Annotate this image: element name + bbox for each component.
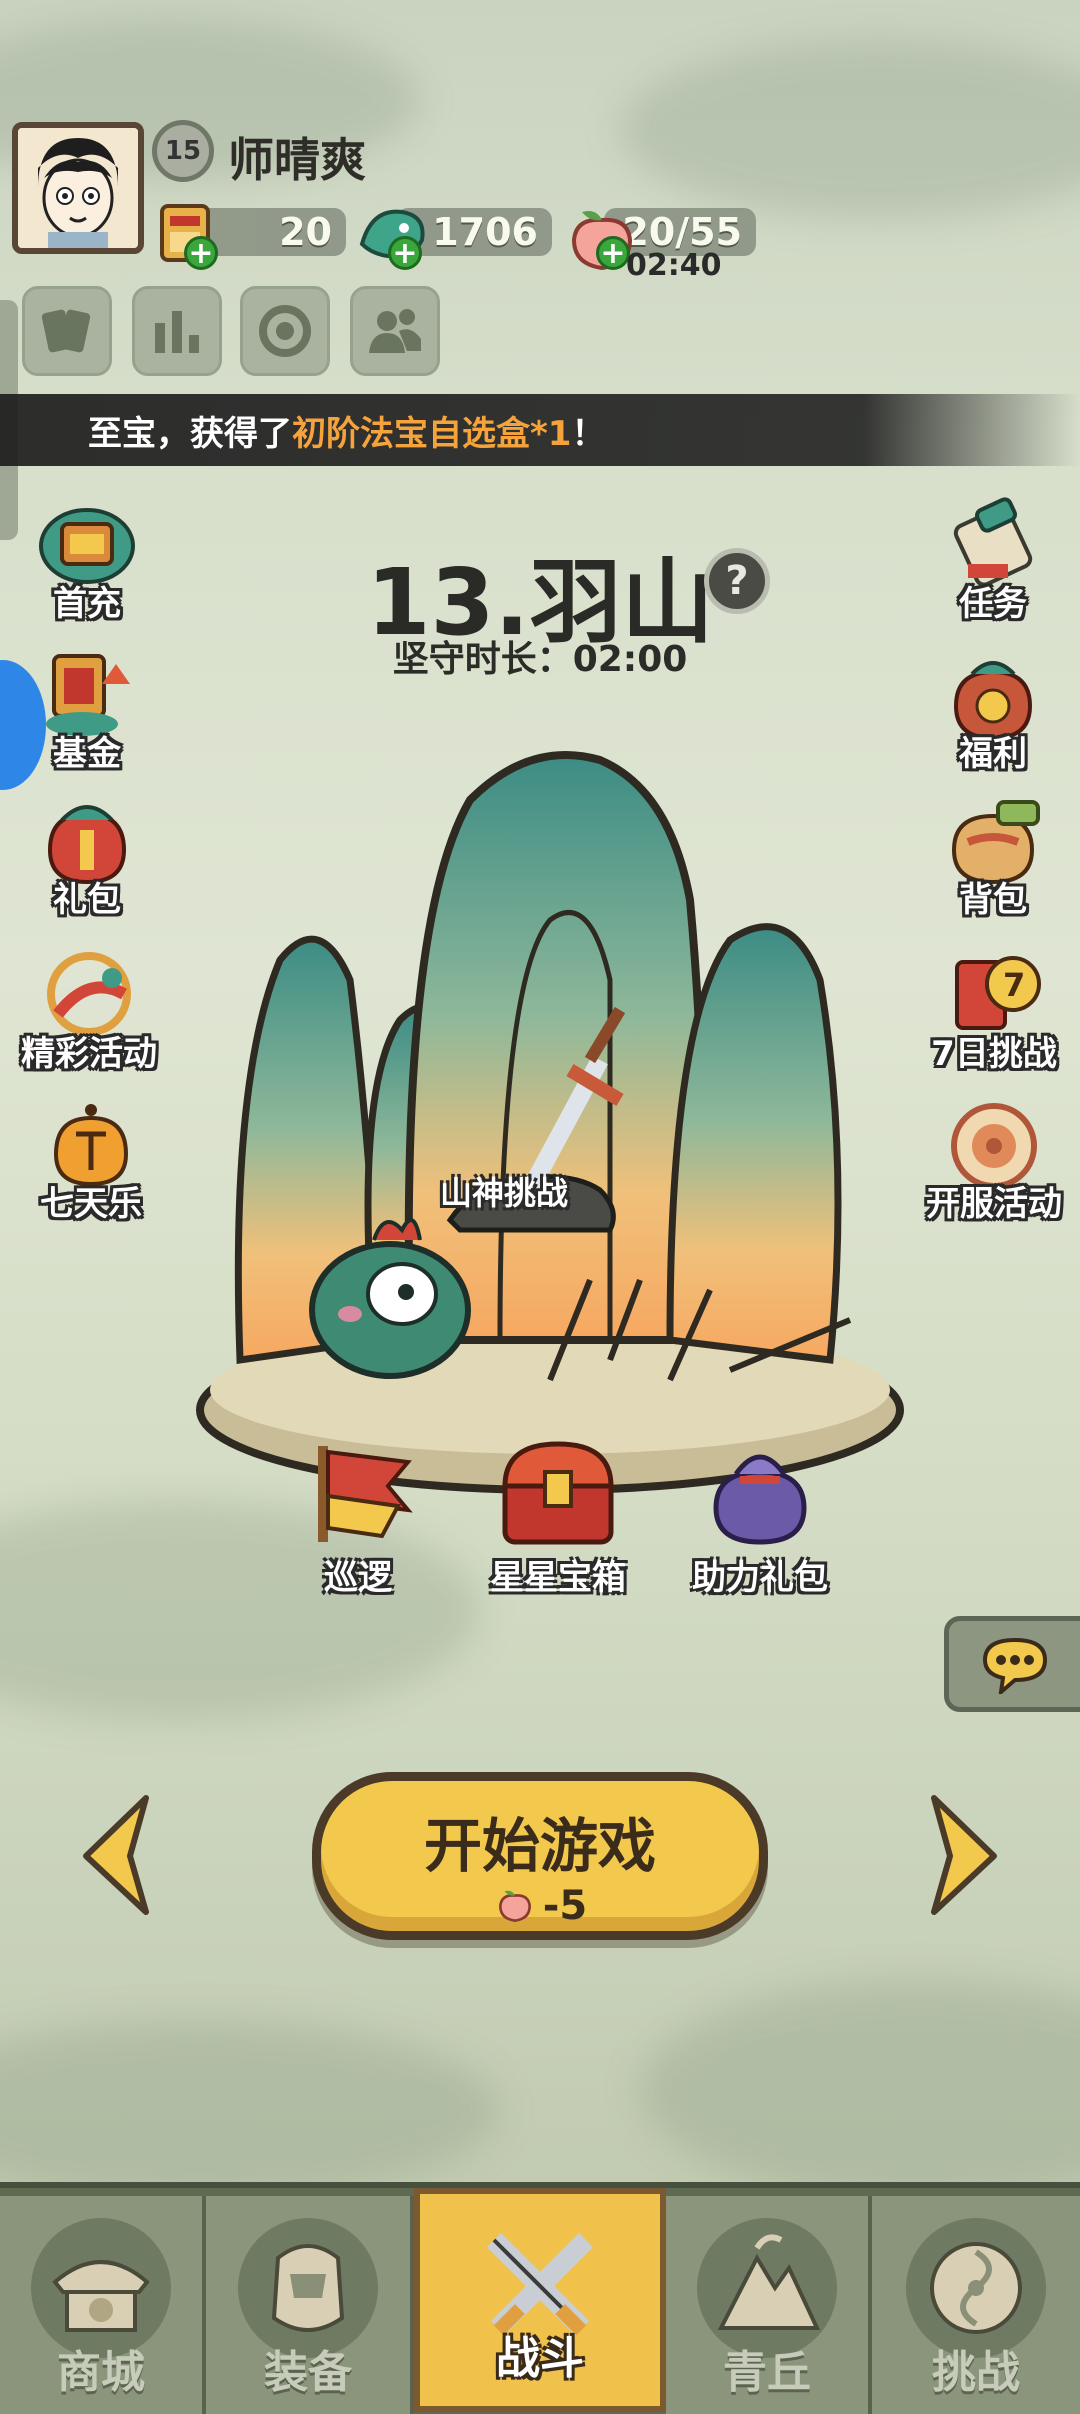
start-game-cost: -5 <box>321 1883 759 1929</box>
settings-button[interactable] <box>240 286 330 376</box>
ticker-prefix: 至宝，获得了 <box>88 413 292 454</box>
side-item-label: 基金 <box>53 734 121 774</box>
side-item-backpack[interactable]: 背包 <box>918 790 1068 921</box>
previous-stage-button[interactable] <box>76 1790 156 1920</box>
tab-label: 挑战 <box>932 2347 1020 2398</box>
friends-button[interactable] <box>350 286 440 376</box>
support-gift-label: 助力礼包 <box>692 1558 828 1598</box>
add-stamina-button[interactable]: + <box>596 236 630 271</box>
support-gift-button[interactable]: 助力礼包 <box>680 1436 840 1599</box>
side-item-events[interactable]: 精彩活动 <box>4 944 174 1075</box>
chat-button[interactable] <box>944 1616 1080 1712</box>
chevron-right-icon <box>931 1795 997 1915</box>
player-level-badge: 15 <box>152 120 214 182</box>
start-game-label: 开始游戏 <box>423 1812 656 1880</box>
hold-duration: 坚守时长：02:00 <box>392 639 688 680</box>
mountain-god-challenge[interactable]: 山神挑战 <box>440 1168 568 1214</box>
side-item-seven-day[interactable]: 七天乐 <box>16 1094 166 1225</box>
tab-battle[interactable]: 战斗 <box>414 2188 666 2412</box>
side-item-seven-day-challenge[interactable]: 7 7日挑战 <box>912 944 1076 1075</box>
peach-icon <box>498 1890 531 1922</box>
side-item-label: 开服活动 <box>926 1184 1062 1224</box>
side-item-label: 背包 <box>959 880 1027 920</box>
gear-icon <box>259 305 311 357</box>
add-jade-button[interactable]: + <box>388 236 422 271</box>
tab-label: 战斗 <box>496 2333 584 2384</box>
side-item-label: 七天乐 <box>40 1184 142 1224</box>
help-icon[interactable]: ? <box>704 548 770 614</box>
side-item-label: 礼包 <box>53 880 121 920</box>
bottom-navigation: 商城 装备 战斗 青丘 挑战 <box>0 2182 1080 2414</box>
tickets-value: 20 <box>279 210 332 254</box>
tab-label: 装备 <box>264 2347 352 2398</box>
star-chest-label: 星星宝箱 <box>490 1558 626 1598</box>
avatar-portrait-icon <box>18 128 138 248</box>
patrol-button[interactable]: 巡逻 <box>298 1436 418 1599</box>
side-item-gift-pack[interactable]: 礼包 <box>12 790 162 921</box>
background-mist <box>620 40 1080 220</box>
game-screen: 15 师晴爽 20 + 1706 + 20/55 + 02:40 至宝，获得了 … <box>0 0 1080 2414</box>
add-tickets-button[interactable]: + <box>184 236 218 271</box>
tab-equipment[interactable]: 装备 <box>206 2196 414 2414</box>
chat-bubble-icon <box>982 1637 1048 1694</box>
side-item-label: 7日挑战 <box>931 1034 1057 1074</box>
next-stage-button[interactable] <box>924 1790 1004 1920</box>
star-chest-button[interactable]: 星星宝箱 <box>478 1436 638 1599</box>
jade-value: 1706 <box>432 210 538 254</box>
tab-shop[interactable]: 商城 <box>0 2196 206 2414</box>
player-name: 师晴爽 <box>228 133 366 187</box>
friends-icon <box>369 309 421 353</box>
stamina-timer: 02:40 <box>626 248 722 283</box>
side-item-label: 精彩活动 <box>21 1034 157 1074</box>
patrol-flag-icon <box>318 1446 413 1542</box>
patrol-label: 巡逻 <box>324 1558 392 1598</box>
ticker-highlight: 初阶法宝自选盒*1 <box>292 413 572 454</box>
ticker-suffix: ！ <box>571 413 606 454</box>
svg-text:7: 7 <box>1003 966 1025 1004</box>
cards-icon <box>41 309 91 353</box>
tab-label: 商城 <box>57 2347 145 2398</box>
side-item-server-opening[interactable]: 开服活动 <box>908 1094 1080 1225</box>
ranking-button[interactable] <box>132 286 222 376</box>
cards-button[interactable] <box>22 286 112 376</box>
background-mist <box>0 2020 500 2200</box>
chevron-left-icon <box>83 1795 149 1915</box>
start-game-button[interactable]: 开始游戏 -5 <box>312 1772 768 1940</box>
tab-challenge[interactable]: 挑战 <box>872 2196 1080 2414</box>
player-level: 15 <box>164 136 202 166</box>
side-item-label: 福利 <box>959 734 1027 774</box>
background-mist <box>640 1980 1080 2200</box>
tab-label: 青丘 <box>723 2347 811 2398</box>
start-cost-value: -5 <box>542 1883 588 1929</box>
announcement-ticker: 至宝，获得了 初阶法宝自选盒*1 ！ <box>0 394 1080 466</box>
support-bag-icon <box>713 1454 807 1545</box>
tab-qingqiu[interactable]: 青丘 <box>666 2196 872 2414</box>
mountain-island-illustration <box>196 751 904 1494</box>
ranking-icon <box>155 311 199 353</box>
star-chest-icon <box>502 1441 614 1545</box>
player-avatar[interactable] <box>12 122 144 254</box>
